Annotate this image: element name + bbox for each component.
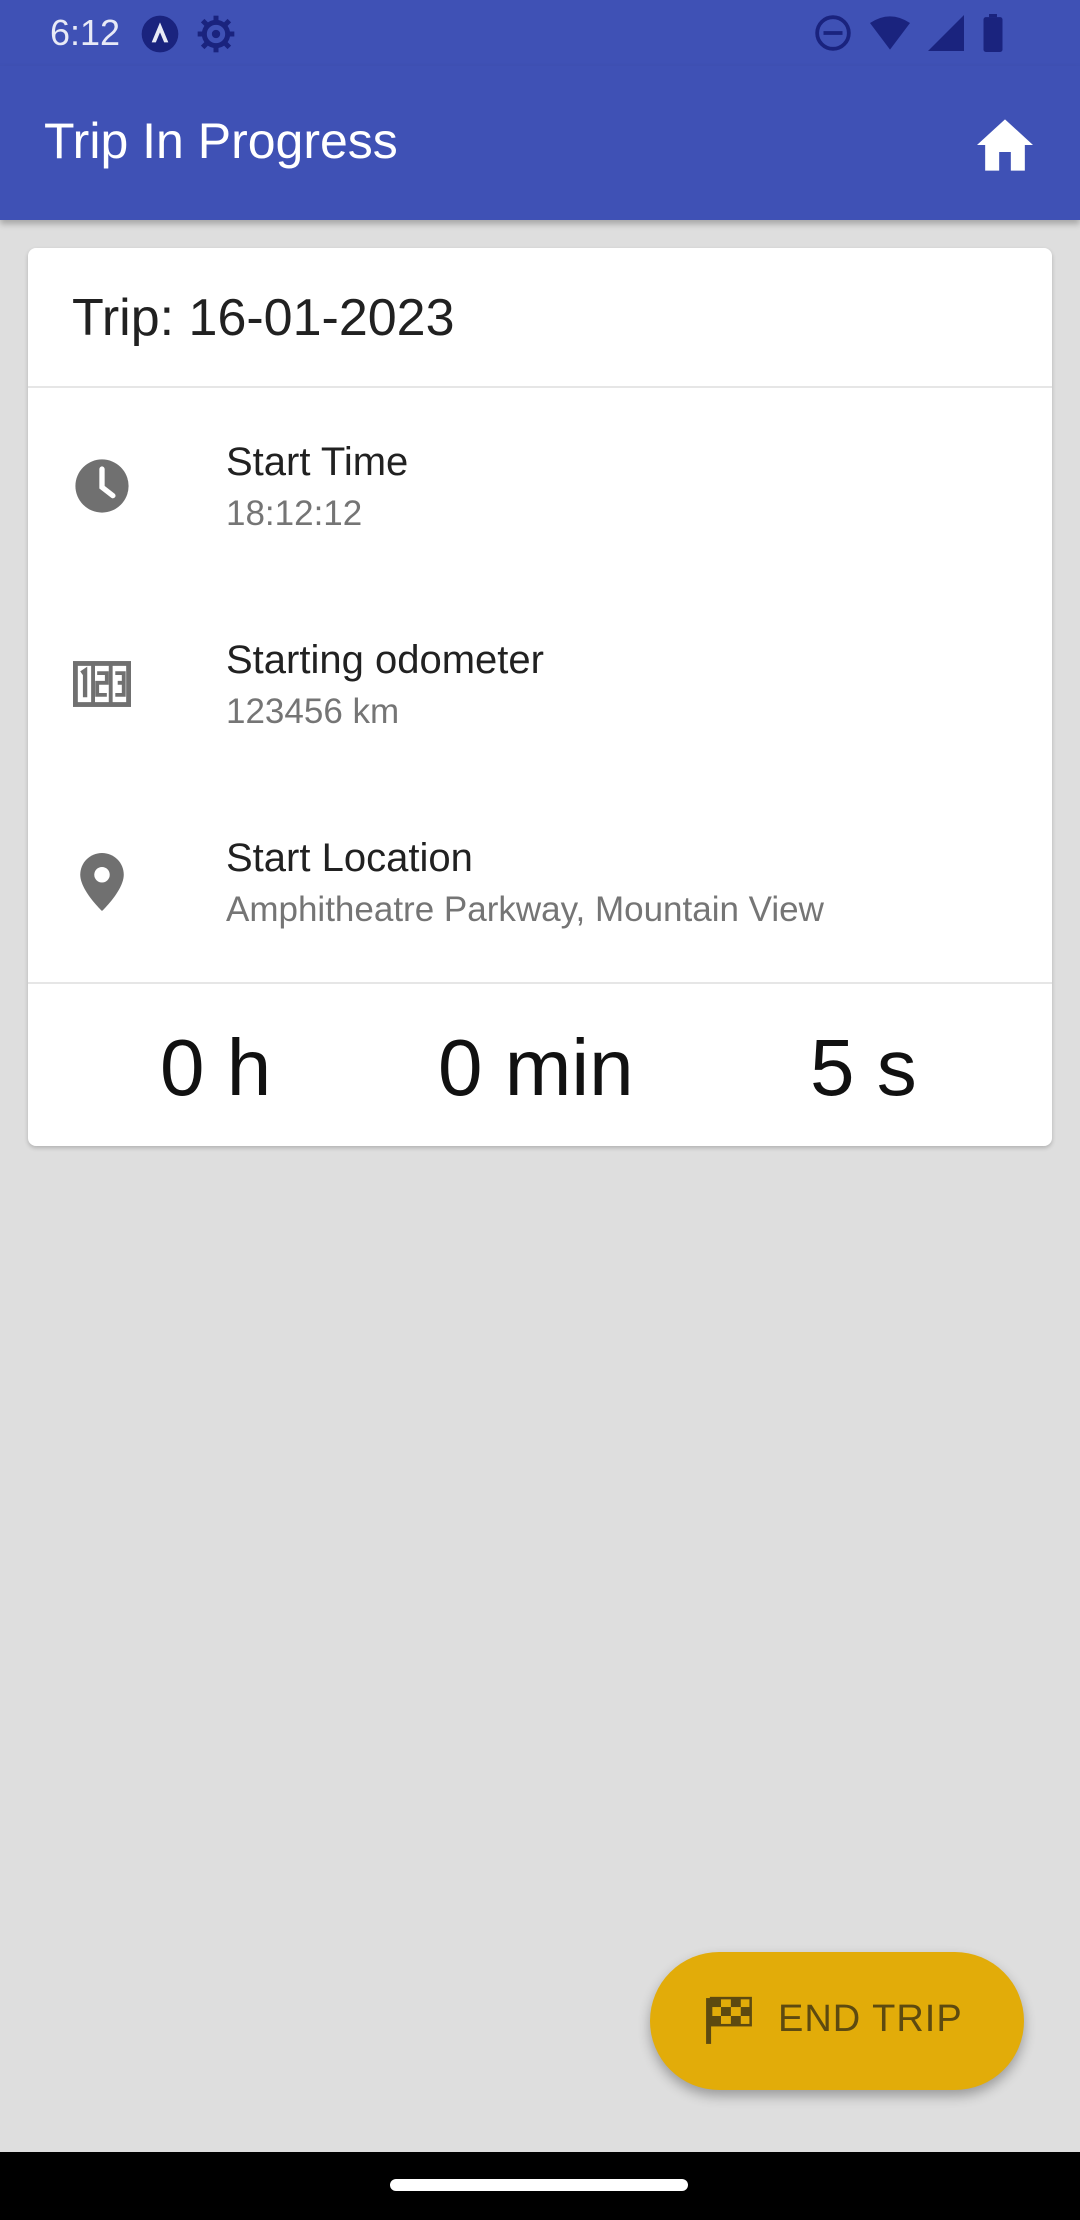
timer-hours: 0 h	[160, 1023, 272, 1112]
home-icon	[977, 119, 1033, 171]
system-navigation-bar	[0, 2152, 1080, 2220]
end-trip-label: END TRIP	[778, 1998, 963, 2040]
starting-odometer-row: Starting odometer 123456 km	[28, 586, 1052, 784]
wifi-icon	[870, 16, 910, 50]
home-gesture-handle[interactable]	[390, 2179, 688, 2191]
status-time: 6:12	[50, 12, 121, 53]
start-time-value: 18:12:12	[226, 494, 363, 533]
status-bar: 6:12	[0, 0, 1080, 66]
start-time-label: Start Time	[226, 440, 409, 484]
starting-odometer-value: 123456 km	[226, 692, 400, 731]
starting-odometer-label: Starting odometer	[226, 638, 544, 682]
clock-icon	[72, 456, 132, 516]
trip-card-header: Trip: 16-01-2023	[28, 248, 1052, 388]
location-pin-icon	[72, 852, 132, 912]
end-trip-button[interactable]: END TRIP	[650, 1952, 1024, 2090]
start-time-row: Start Time 18:12:12	[28, 388, 1052, 586]
home-button[interactable]	[970, 110, 1040, 180]
battery-icon	[983, 14, 1003, 52]
odometer-icon	[72, 654, 132, 714]
status-right-icons	[814, 14, 1004, 52]
app-bar: Trip In Progress	[0, 66, 1080, 220]
settings-gear-icon	[197, 15, 235, 53]
checkered-flag-icon	[706, 1996, 752, 2044]
timer-seconds: 5 s	[810, 1023, 917, 1112]
page-title: Trip In Progress	[44, 113, 398, 169]
status-left-icons	[140, 14, 236, 54]
trip-card: Trip: 16-01-2023 Start Time 18:12:12 Sta…	[28, 248, 1052, 1146]
trip-title: Trip: 16-01-2023	[72, 289, 455, 347]
assistant-icon	[141, 15, 179, 53]
start-location-label: Start Location	[226, 836, 473, 880]
do-not-disturb-icon	[815, 15, 851, 51]
elapsed-timer: 0 h 0 min 5 s	[28, 984, 1052, 1148]
start-location-value: Amphitheatre Parkway, Mountain View	[226, 890, 824, 929]
timer-minutes: 0 min	[438, 1023, 634, 1112]
start-location-row: Start Location Amphitheatre Parkway, Mou…	[28, 784, 1052, 982]
signal-icon	[928, 15, 964, 51]
